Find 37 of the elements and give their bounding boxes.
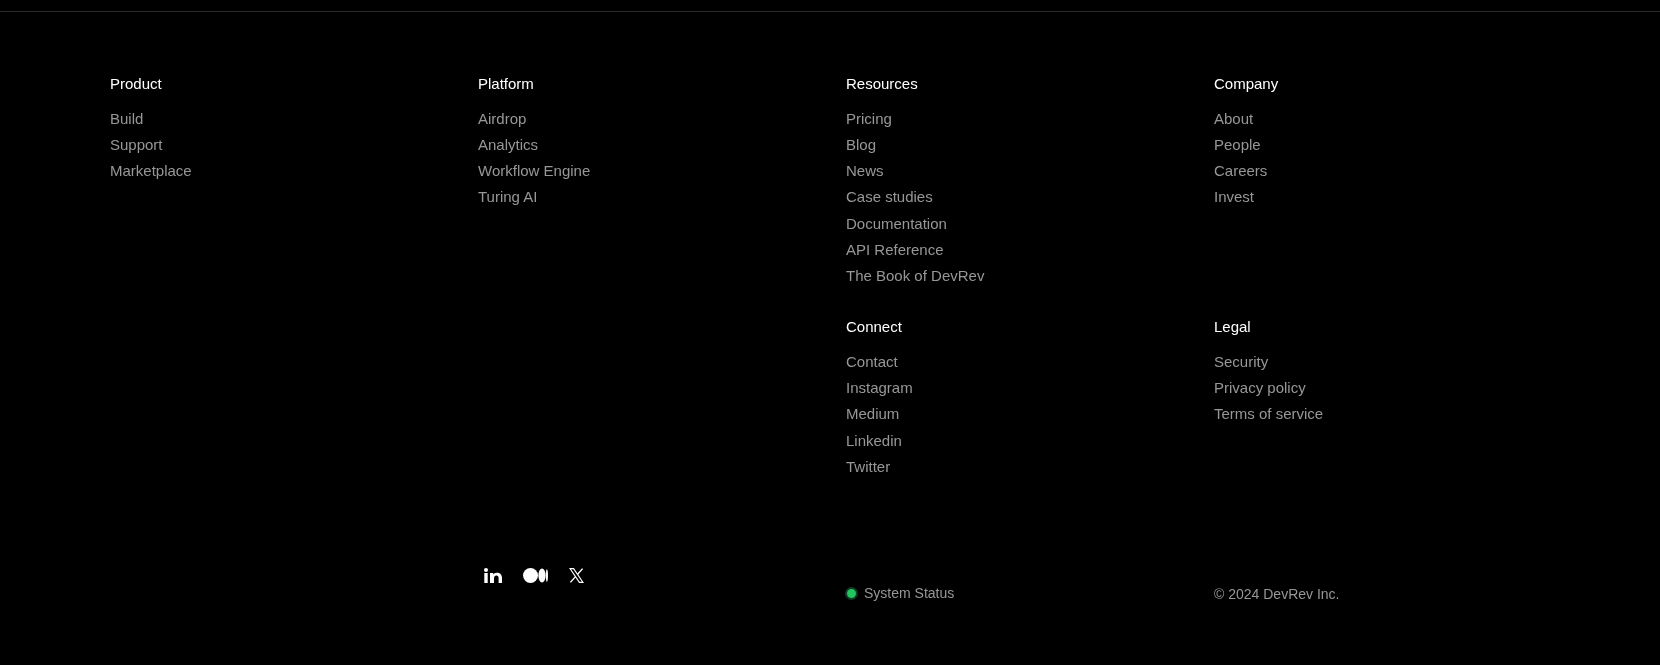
section-heading: Legal: [1214, 317, 1251, 338]
footer-link[interactable]: The Book of DevRev: [846, 263, 985, 290]
section-heading: Company: [1214, 74, 1279, 94]
footer-link[interactable]: People: [1214, 131, 1261, 159]
footer-link[interactable]: Twitter: [846, 453, 891, 481]
linkedin-icon[interactable]: [484, 568, 502, 584]
copyright-text: © 2024 DevRev Inc.: [1214, 586, 1340, 603]
footer-link[interactable]: Marketplace: [110, 158, 192, 185]
section-heading: Product: [110, 74, 162, 94]
footer-link[interactable]: Documentation: [846, 210, 947, 237]
footer-link[interactable]: Blog: [846, 131, 877, 159]
footer-link[interactable]: Terms of service: [1214, 401, 1324, 428]
footer-link[interactable]: Support: [110, 131, 163, 159]
footer-link[interactable]: Airdrop: [478, 105, 527, 132]
footer-link[interactable]: Case studies: [846, 184, 933, 211]
footer-link[interactable]: API Reference: [846, 237, 944, 264]
system-status-link[interactable]: System Status: [864, 583, 955, 604]
footer-link[interactable]: Invest: [1214, 184, 1255, 211]
section-heading: Connect: [846, 317, 902, 338]
section-heading: Platform: [478, 74, 534, 94]
x-logo-icon[interactable]: [569, 568, 584, 584]
section-heading: Resources: [846, 74, 918, 94]
footer-link[interactable]: Pricing: [846, 105, 892, 132]
footer-link[interactable]: News: [846, 158, 884, 185]
footer-link[interactable]: Workflow Engine: [478, 158, 591, 185]
footer-link[interactable]: Contact: [846, 348, 898, 375]
footer-link[interactable]: Medium: [846, 401, 900, 428]
footer-link[interactable]: Careers: [1214, 158, 1268, 185]
footer-link[interactable]: Linkedin: [846, 427, 902, 454]
footer-link[interactable]: Build: [110, 105, 144, 132]
footer-link[interactable]: Analytics: [478, 131, 539, 159]
medium-icon[interactable]: [523, 568, 548, 584]
footer-link[interactable]: Security: [1214, 348, 1269, 375]
footer-link[interactable]: Privacy policy: [1214, 374, 1306, 402]
footer-link[interactable]: Turing AI: [478, 184, 538, 211]
footer-link[interactable]: Instagram: [846, 374, 913, 402]
footer-link[interactable]: About: [1214, 105, 1254, 132]
